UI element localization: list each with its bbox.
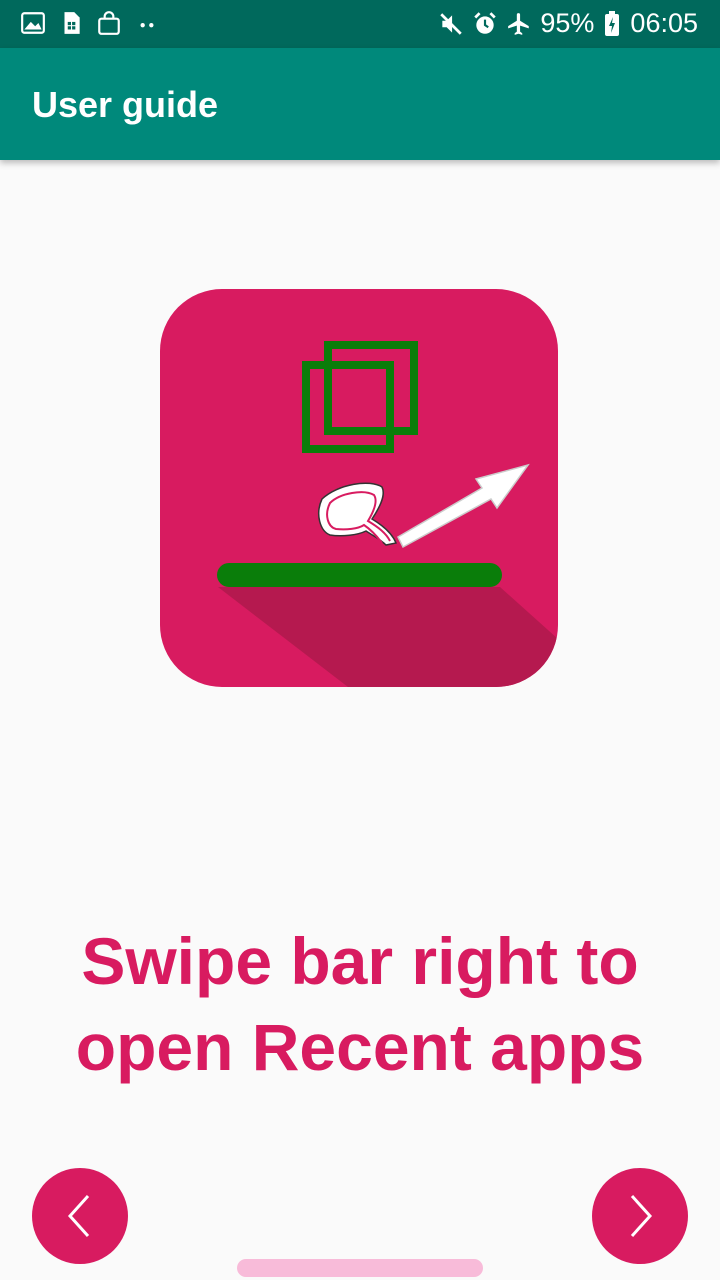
guide-line-1: Swipe bar right to	[81, 924, 639, 998]
clock: 06:05	[630, 8, 698, 38]
battery-percent: 95%	[540, 8, 595, 38]
status-bar: 95% 06:05	[0, 0, 720, 48]
app-bar: User guide	[0, 48, 720, 160]
gallery-icon	[20, 10, 46, 36]
next-button[interactable]	[592, 1168, 688, 1264]
alarm-icon	[472, 11, 498, 37]
home-indicator[interactable]	[237, 1259, 483, 1277]
guide-instruction: Swipe bar right to open Recent apps	[20, 918, 700, 1090]
sim-icon	[58, 10, 84, 36]
page-title: User guide	[32, 84, 219, 125]
guide-line-2: open Recent apps	[75, 1010, 645, 1084]
chevron-left-icon	[60, 1192, 100, 1240]
status-right-icons: 95% 06:05	[438, 8, 698, 39]
status-left-icons	[20, 10, 160, 36]
airplane-mode-icon	[506, 11, 532, 37]
swipe-recent-apps-icon	[160, 289, 558, 687]
chevron-right-icon	[620, 1192, 660, 1240]
shopping-bag-icon	[96, 10, 122, 36]
battery-charging-icon	[602, 10, 622, 37]
mute-icon	[438, 11, 464, 37]
more-dots-icon	[134, 10, 160, 36]
previous-button[interactable]	[32, 1168, 128, 1264]
